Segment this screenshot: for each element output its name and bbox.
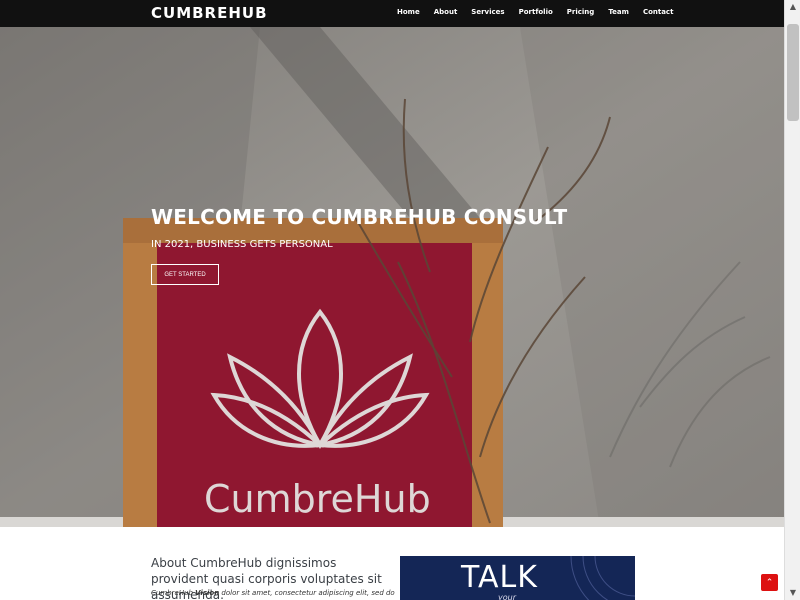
main-nav: Home About Services Portfolio Pricing Te…	[397, 8, 687, 16]
get-started-button[interactable]: GET STARTED	[151, 264, 219, 285]
talk-text: TALK	[461, 560, 538, 595]
page: CUMBREHUB Home About Services Portfolio …	[0, 0, 800, 600]
nav-team[interactable]: Team	[608, 8, 629, 16]
hero-background-image: CumbreHub	[0, 27, 784, 527]
chevron-up-icon: ⌃	[765, 577, 774, 588]
hero-section: CumbreHub WELCOME TO CUMBREHUB CONSULT I…	[0, 27, 784, 527]
about-intro: CumbreHub Vision dolor sit amet, consect…	[151, 589, 395, 597]
about-section: About CumbreHub dignissimos provident qu…	[0, 527, 784, 600]
nav-contact[interactable]: Contact	[643, 8, 674, 16]
nav-portfolio[interactable]: Portfolio	[519, 8, 553, 16]
top-navigation-bar: CUMBREHUB Home About Services Portfolio …	[0, 0, 784, 27]
nav-services[interactable]: Services	[471, 8, 504, 16]
talk-subtext: your	[498, 593, 516, 600]
vertical-scrollbar[interactable]: ▲ ▼	[784, 0, 800, 600]
scroll-up-icon[interactable]: ▲	[788, 2, 798, 12]
about-intro-prefix: CumbreHub	[151, 589, 196, 597]
nav-pricing[interactable]: Pricing	[567, 8, 595, 16]
hero-subtitle: IN 2021, BUSINESS GETS PERSONAL	[151, 239, 333, 250]
back-to-top-button[interactable]: ⌃	[761, 574, 778, 591]
scroll-down-icon[interactable]: ▼	[788, 588, 798, 598]
nav-about[interactable]: About	[434, 8, 458, 16]
hero-title: WELCOME TO CUMBREHUB CONSULT	[151, 205, 568, 229]
about-intro-rest: dolor sit amet, consectetur adipiscing e…	[219, 589, 395, 597]
about-intro-bold: Vision	[195, 589, 220, 597]
scrollbar-thumb[interactable]	[787, 24, 799, 121]
hero-content: WELCOME TO CUMBREHUB CONSULT IN 2021, BU…	[151, 205, 568, 285]
sign-text: CumbreHub	[204, 477, 431, 521]
talk-image-card: TALK your	[400, 556, 635, 600]
nav-home[interactable]: Home	[397, 8, 420, 16]
site-logo[interactable]: CUMBREHUB	[151, 4, 268, 22]
